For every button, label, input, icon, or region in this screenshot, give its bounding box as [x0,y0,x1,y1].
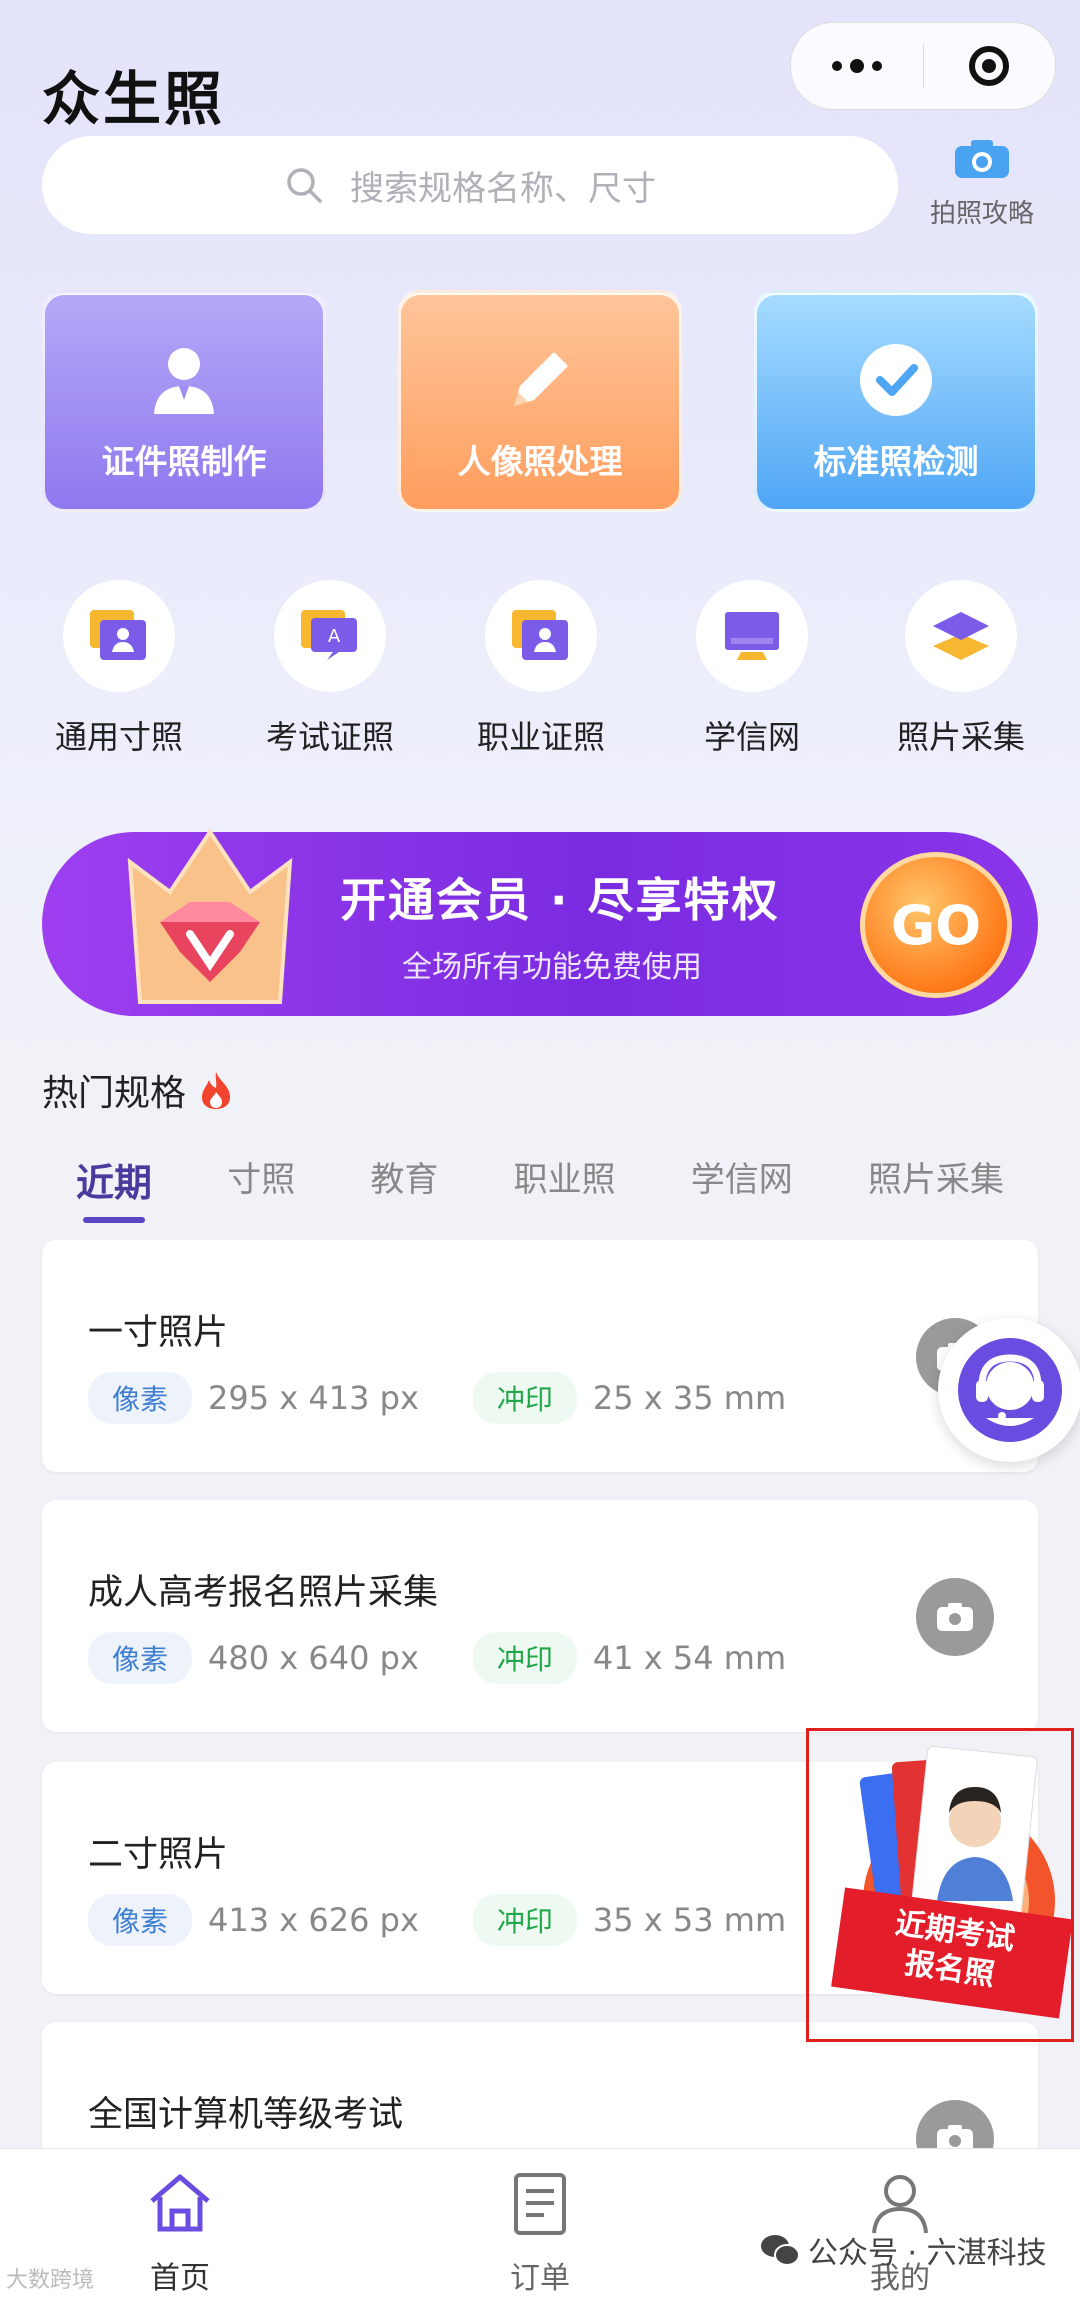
category-label: 考试证照 [265,718,394,756]
standard-check-label: 标准照检测 [813,442,979,481]
exam-badge-icon: A [301,610,357,660]
category-general[interactable]: 通用寸照 [44,580,194,758]
portrait-label: 人像照处理 [457,442,623,481]
spec-name: 全国计算机等级考试 [88,2095,404,2135]
customer-service-button[interactable] [938,1318,1080,1462]
nav-orders-label: 订单 [510,2261,570,2296]
monitor-icon [725,612,779,660]
print-badge: 冲印 [472,1632,577,1684]
category-exam[interactable]: A 考试证照 [255,580,405,758]
mini-program-capsule [790,22,1056,110]
more-dots-icon [831,59,882,73]
hot-specs-label: 热门规格 [42,1073,187,1114]
vip-banner[interactable]: 开通会员 · 尽享特权 全场所有功能免费使用 GO [42,828,1038,1016]
tab-career[interactable]: 职业照 [480,1152,650,1207]
spec-name: 成人高考报名照片采集 [88,1573,439,1613]
bottom-nav: 首页 订单 我的 [0,2148,1080,2299]
close-program-button[interactable] [924,23,1056,109]
pencil-icon [495,335,585,425]
id-photo-tile[interactable]: 证件照制作 [42,290,326,512]
print-value: 35 x 53 mm [592,1901,787,1939]
clipboard-icon [514,2173,566,2235]
hot-specs-title: 热门规格 [42,1064,234,1116]
print-value: 41 x 54 mm [592,1639,787,1677]
banner-subtitle: 全场所有功能免费使用 [402,950,702,985]
search-placeholder: 搜索规格名称、尺寸 [350,168,656,209]
pixel-badge: 像素 [88,1894,193,1946]
camera-icon [937,1603,973,1631]
photo-guide-button[interactable]: 拍照攻略 [920,138,1044,230]
check-circle-icon [851,335,941,425]
wechat-icon [761,2235,800,2266]
app-title: 众生照 [42,65,226,133]
portrait-tile[interactable]: 人像照处理 [398,290,682,512]
nav-orders[interactable]: 订单 [440,2167,640,2297]
diamond-crown-icon [127,828,293,1004]
svg-text:A: A [328,626,341,647]
print-value: 25 x 35 mm [592,1379,787,1417]
camera-button[interactable] [916,1578,994,1656]
pixel-value: 480 x 640 px [208,1639,419,1677]
category-chsi[interactable]: 学信网 [677,580,827,758]
category-label: 职业证照 [476,718,605,756]
category-collection[interactable]: 照片采集 [886,580,1036,758]
home-icon [150,2174,210,2232]
exam-photo-promo[interactable]: 近期考试 报名照 [806,1728,1074,2042]
category-career[interactable]: 职业证照 [466,580,616,758]
id-card-icon [90,610,146,660]
banner-title: 开通会员 · 尽享特权 [340,873,780,927]
watermark-text: 公众号 · 六湛科技 [808,2236,1047,2271]
category-label: 照片采集 [896,718,1025,756]
more-menu-button[interactable] [791,23,923,109]
target-icon [969,46,1010,86]
spec-name: 一寸照片 [88,1313,229,1353]
corner-watermark: 大数跨境 [6,2268,95,2293]
id-photo-label: 证件照制作 [101,442,267,481]
pixel-badge: 像素 [88,1632,193,1684]
search-bar[interactable]: 搜索规格名称、尺寸 [42,136,898,234]
person-icon [139,335,229,425]
camera-icon [955,140,1009,178]
category-label: 通用寸照 [54,718,183,756]
spec-name: 二寸照片 [88,1835,229,1875]
standard-check-tile[interactable]: 标准照检测 [754,290,1038,512]
tab-education[interactable]: 教育 [336,1152,472,1207]
spec-card[interactable]: 一寸照片 像素 295 x 413 px 冲印 25 x 35 mm [42,1240,1038,1472]
pixel-value: 295 x 413 px [208,1379,419,1417]
tab-recent[interactable]: 近期 [42,1152,186,1207]
print-badge: 冲印 [472,1372,577,1424]
badge-icon [512,610,568,660]
category-label: 学信网 [703,718,800,756]
wechat-watermark: 公众号 · 六湛科技 [760,2228,1047,2272]
fire-icon [202,1072,231,1109]
spec-tabs: 近期 寸照 教育 职业照 学信网 照片采集 [42,1152,1038,1207]
photo-guide-label: 拍照攻略 [929,199,1034,229]
print-badge: 冲印 [472,1894,577,1946]
search-icon [287,168,322,203]
layers-icon [933,612,989,660]
pixel-value: 413 x 626 px [208,1901,419,1939]
tab-inch[interactable]: 寸照 [193,1152,329,1207]
go-button[interactable]: GO [860,852,1012,998]
spec-card[interactable]: 成人高考报名照片采集 像素 480 x 640 px 冲印 41 x 54 mm [42,1500,1038,1732]
tab-chsi[interactable]: 学信网 [657,1152,827,1207]
tab-collection[interactable]: 照片采集 [834,1152,1038,1207]
nav-home[interactable]: 首页 [80,2167,280,2297]
pixel-badge: 像素 [88,1372,193,1424]
nav-home-label: 首页 [150,2261,210,2296]
headset-agent-icon [958,1338,1062,1442]
